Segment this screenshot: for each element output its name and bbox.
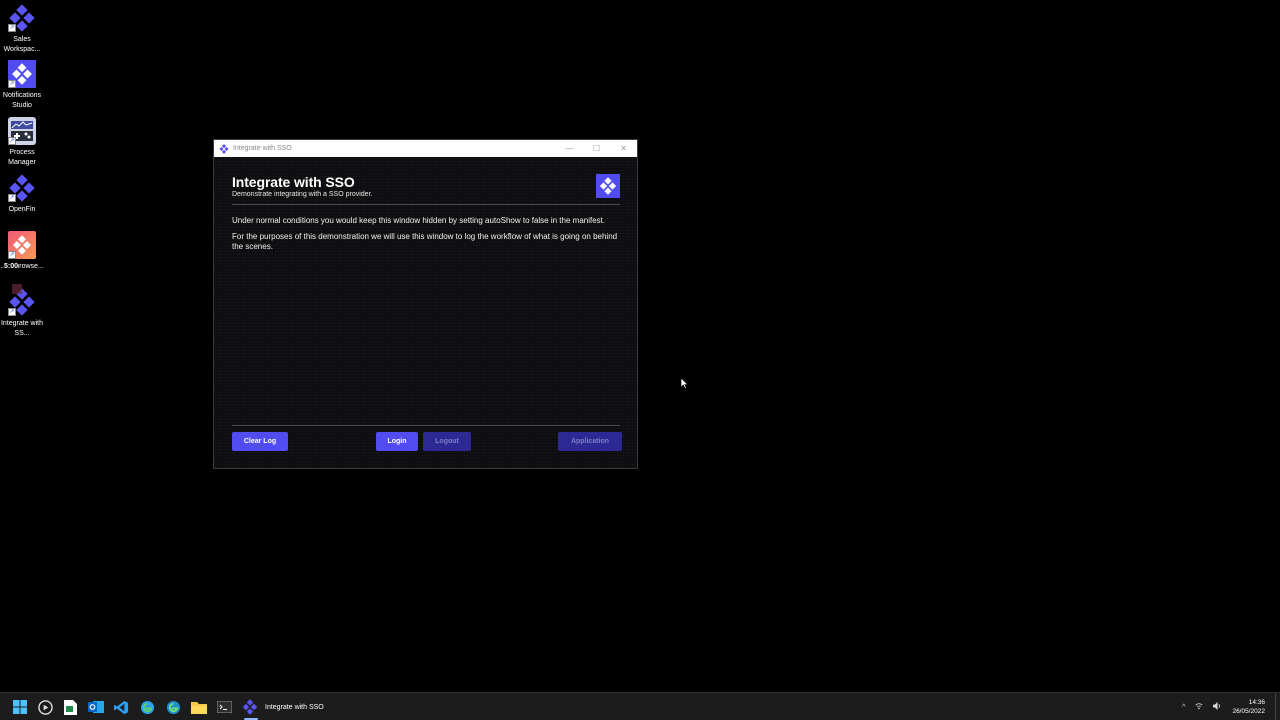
- log-entry: Under normal conditions you would keep t…: [232, 216, 606, 225]
- window-content: Integrate with SSO Demonstrate integrati…: [214, 157, 637, 468]
- window-title: Integrate with SSO: [233, 145, 292, 152]
- header-divider: [232, 204, 620, 205]
- sso-app-window: Integrate with SSO — ☐ ✕ Integrate with …: [213, 139, 638, 469]
- page-subtitle: Demonstrate integrating with a SSO provi…: [232, 191, 373, 198]
- openfin-logo-icon: ↗: [8, 4, 36, 32]
- desktop-icon-openfin[interactable]: ↗ OpenFin: [0, 174, 44, 215]
- shortcut-arrow-icon: ↗: [8, 80, 16, 88]
- openfin-logo-icon: [242, 699, 258, 715]
- openfin-logo-icon: [219, 143, 229, 154]
- clock[interactable]: 14:36 26/05/2022: [1232, 698, 1265, 716]
- clock-date: 26/05/2022: [1232, 708, 1265, 715]
- show-desktop-button[interactable]: [1275, 693, 1279, 720]
- tray-overflow-chevron-icon[interactable]: ^: [1182, 704, 1185, 711]
- desktop-icon-label: Notifications Studio: [2, 92, 42, 109]
- maximize-button[interactable]: ☐: [583, 140, 610, 157]
- footer-divider: [232, 425, 620, 426]
- start-windows-icon[interactable]: [12, 699, 28, 715]
- taskbar-app-label: Integrate with SSO: [265, 703, 324, 711]
- edge-browser-icon[interactable]: [165, 699, 181, 715]
- window-titlebar[interactable]: Integrate with SSO — ☐ ✕: [214, 140, 637, 157]
- logout-button[interactable]: Logout: [423, 432, 471, 451]
- desktop-icon-label: OpenFin: [8, 206, 36, 213]
- system-tray: ^ 14:36 26/05/2022: [1182, 693, 1280, 720]
- shortcut-arrow-icon: ↗: [8, 24, 16, 32]
- wifi-icon[interactable]: [1195, 702, 1203, 712]
- application-button[interactable]: Application: [558, 432, 622, 451]
- shortcut-arrow-icon: ↗: [8, 194, 16, 202]
- clock-time: 14:36: [1248, 699, 1265, 706]
- page-title: Integrate with SSO: [232, 174, 355, 190]
- desktop-icon-integrate-with-sso[interactable]: ↗ Integrate with SS...: [0, 284, 44, 338]
- openfin-logo-icon: ↗: [8, 60, 36, 88]
- desktop-icon-label: Process Manager: [8, 149, 36, 166]
- vscode-icon[interactable]: [113, 699, 129, 715]
- excel-file-icon[interactable]: [62, 699, 78, 715]
- volume-icon[interactable]: [1213, 702, 1222, 712]
- overlay-time: 5:00: [4, 262, 19, 272]
- minimize-button[interactable]: —: [556, 140, 583, 157]
- media-player-icon[interactable]: [37, 699, 53, 715]
- desktop-icon-sales-workspace[interactable]: ↗ Sales Workspac...: [0, 4, 44, 54]
- selection-glyph-icon: [12, 284, 22, 294]
- shortcut-arrow-icon: ↗: [8, 308, 16, 316]
- shortcut-arrow-icon: ↗: [8, 251, 16, 259]
- outlook-icon[interactable]: [88, 699, 104, 715]
- terminal-icon[interactable]: [216, 699, 232, 715]
- clear-log-button[interactable]: Clear Log: [232, 432, 288, 451]
- log-output: Under normal conditions you would keep t…: [232, 216, 620, 258]
- openfin-logo-icon: ↗: [8, 284, 36, 316]
- desktop-icon-launch-browser[interactable]: ↗ 5:00 ...ch browse...: [0, 231, 44, 272]
- desktop-icon-process-manager[interactable]: ↗ Process Manager: [0, 117, 44, 167]
- shortcut-arrow-icon: ↗: [8, 137, 16, 145]
- openfin-logo-icon: ↗: [8, 174, 36, 202]
- login-button[interactable]: Login: [376, 432, 418, 451]
- file-explorer-icon[interactable]: [191, 699, 207, 715]
- taskbar-app-integrate-with-sso[interactable]: Integrate with SSO: [240, 693, 330, 720]
- edge-browser-icon[interactable]: [139, 699, 155, 715]
- log-entry: For the purposes of this demonstration w…: [232, 231, 618, 252]
- openfin-logo-icon: [596, 174, 620, 198]
- taskbar: Integrate with SSO ^ 14:36 26/05/2022: [0, 692, 1280, 720]
- browser-app-icon: ↗: [8, 231, 36, 259]
- desktop-icon-notifications-studio[interactable]: ↗ Notifications Studio: [0, 60, 44, 110]
- desktop-icon-label: 5:00 ...ch browse...: [0, 262, 44, 272]
- mouse-cursor-icon: [681, 378, 689, 389]
- desktop-icon-label: Integrate with SS...: [0, 320, 44, 337]
- close-button[interactable]: ✕: [610, 140, 637, 157]
- page-header: Integrate with SSO Demonstrate integrati…: [232, 174, 620, 204]
- desktop-icon-label: Sales Workspac...: [3, 36, 41, 53]
- process-manager-icon: ↗: [8, 117, 36, 145]
